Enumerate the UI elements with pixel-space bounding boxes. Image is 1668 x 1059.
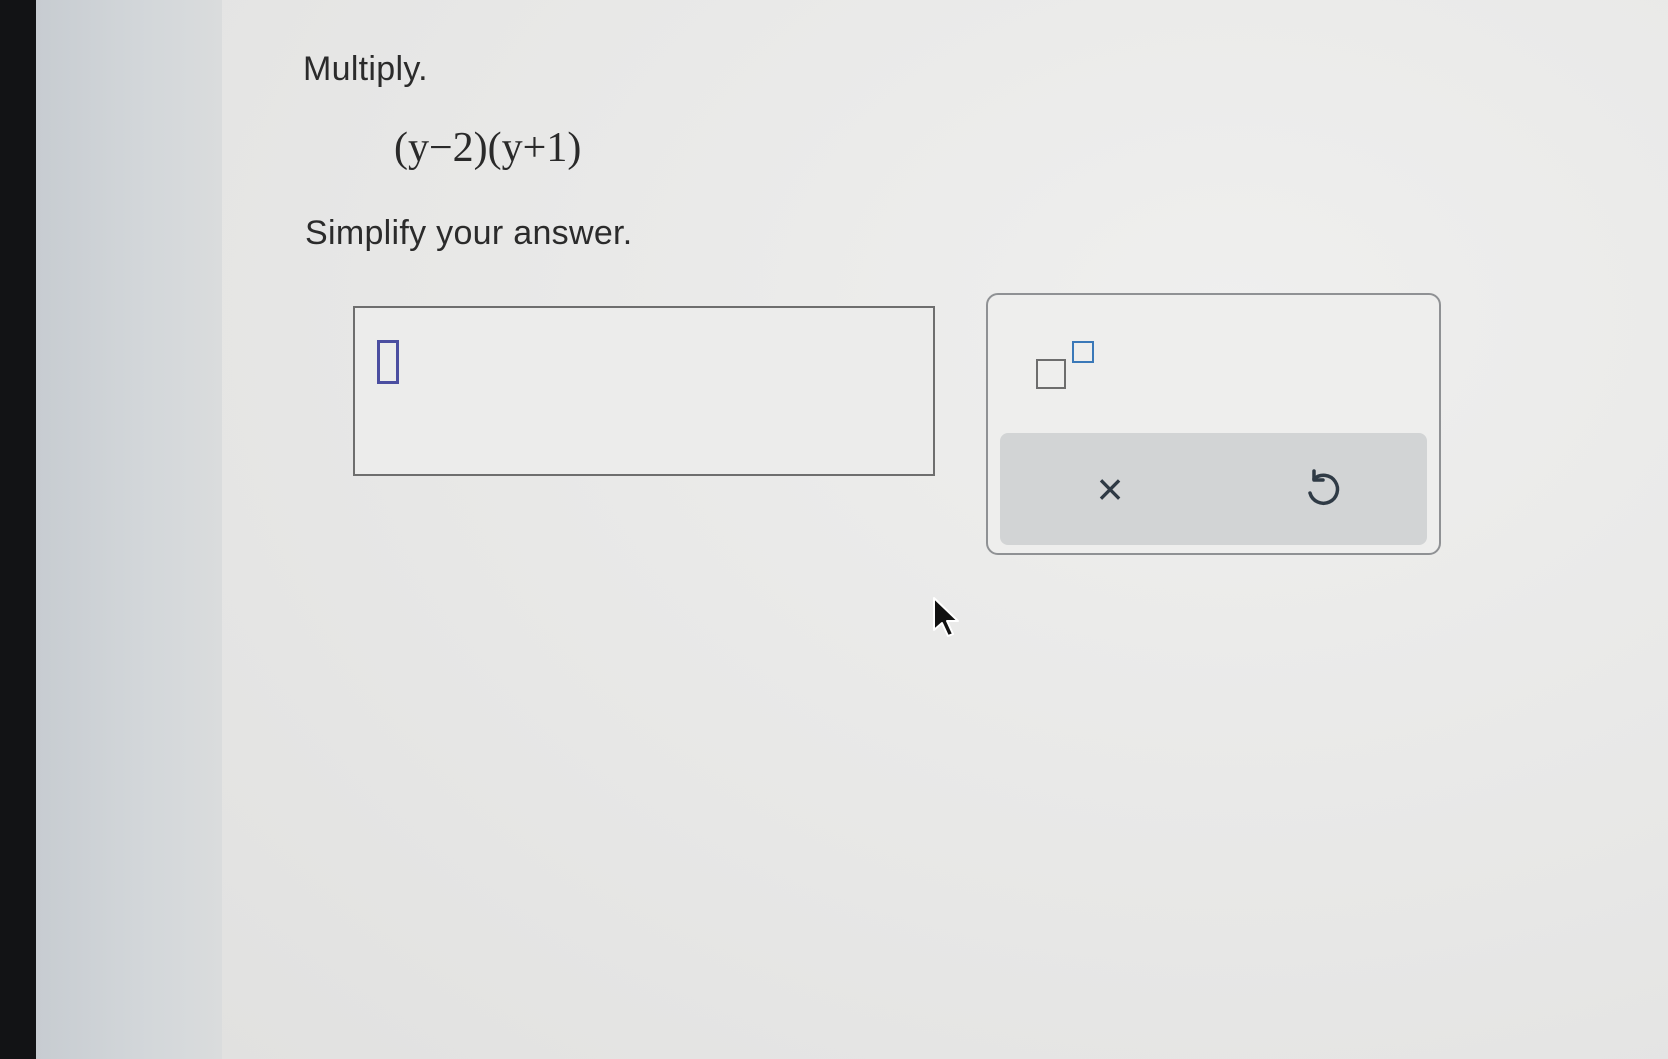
monitor-bezel: [0, 0, 36, 1059]
left-side-panel: [36, 0, 222, 1059]
math-expression: (y−2)(y+1): [394, 125, 582, 171]
palette-action-bar: ×: [1000, 433, 1427, 545]
close-icon: ×: [1096, 463, 1124, 515]
answer-input[interactable]: [353, 306, 935, 476]
exponent-power-box: [1072, 341, 1094, 363]
math-palette: ×: [986, 293, 1441, 555]
clear-button[interactable]: ×: [1078, 457, 1142, 521]
input-placeholder-box: [377, 340, 399, 384]
screen: Multiply. (y−2)(y+1) Simplify your answe…: [0, 0, 1668, 1059]
question-prompt: Multiply.: [303, 50, 428, 88]
mouse-pointer-icon: [933, 597, 959, 637]
exponent-button[interactable]: [1036, 341, 1106, 401]
exponent-base-box: [1036, 359, 1066, 389]
undo-button[interactable]: [1290, 457, 1354, 521]
undo-icon: [1308, 469, 1340, 506]
question-instruction: Simplify your answer.: [305, 214, 633, 252]
